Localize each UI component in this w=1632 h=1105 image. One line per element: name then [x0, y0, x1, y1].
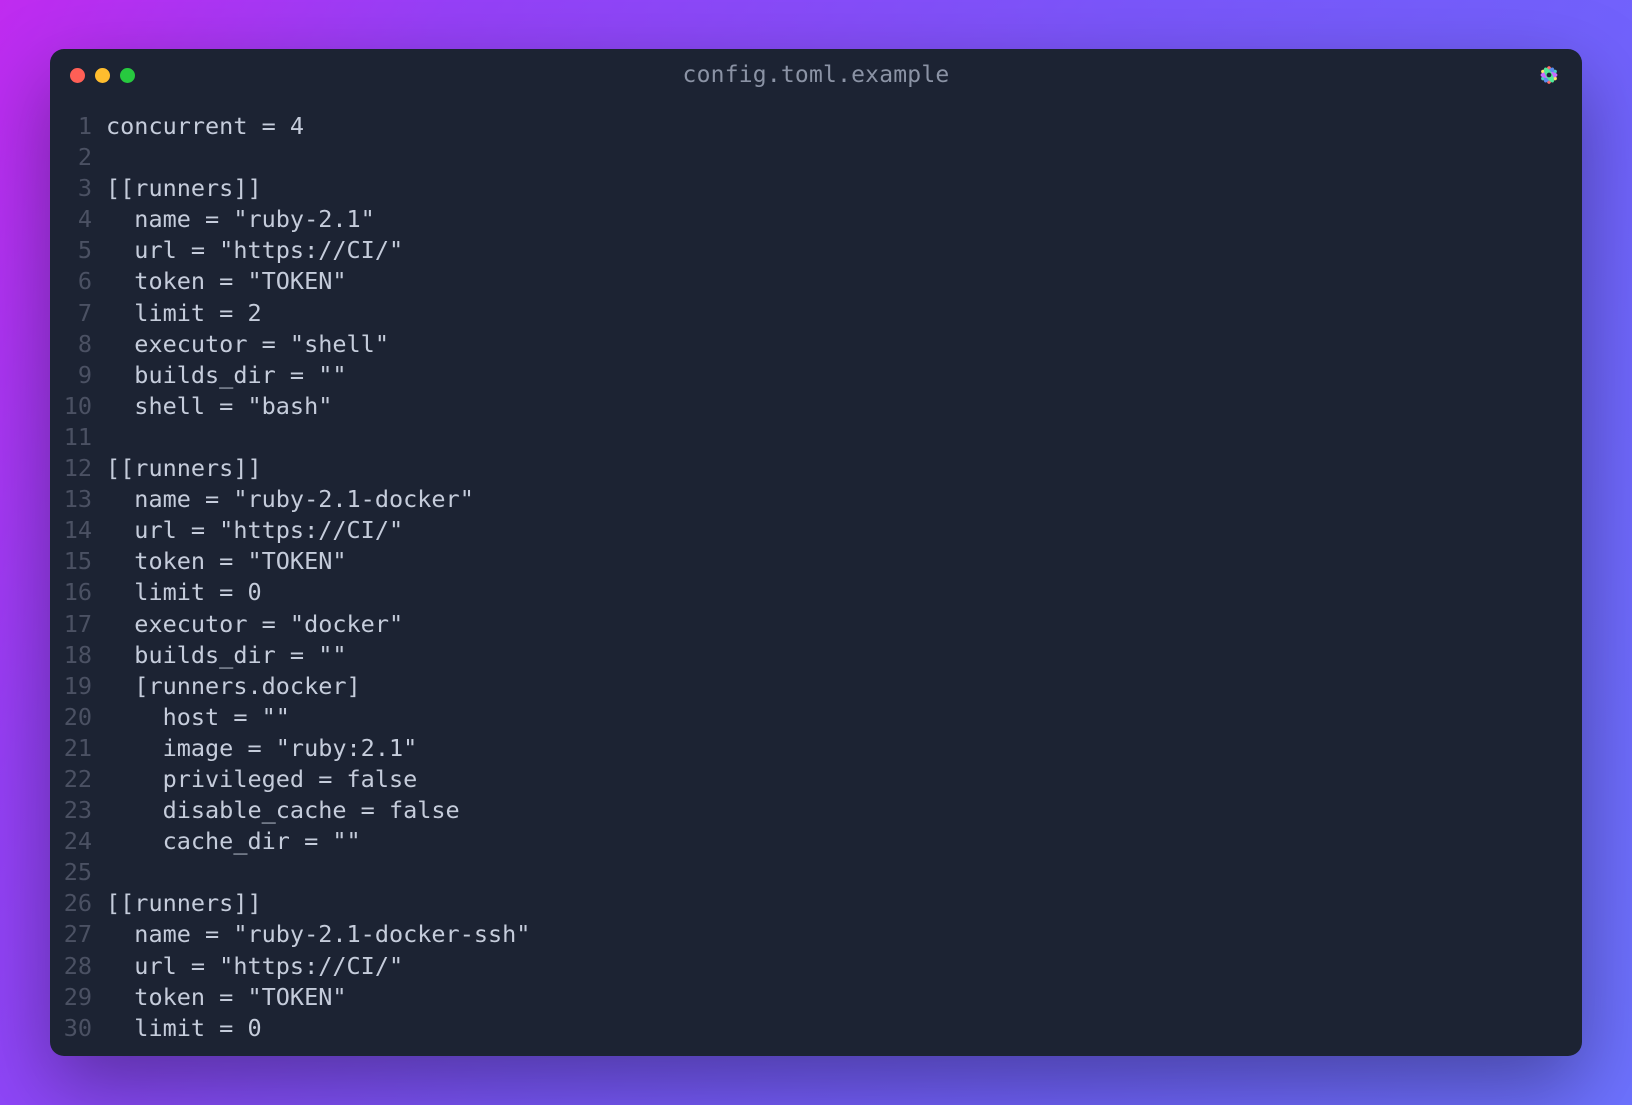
code-line[interactable]: 15 token = "TOKEN" [50, 546, 1582, 577]
code-line[interactable]: 16 limit = 0 [50, 577, 1582, 608]
code-text: name = "ruby-2.1-docker" [106, 484, 474, 515]
code-editor[interactable]: 1concurrent = 423[[runners]]4 name = "ru… [50, 101, 1582, 1056]
code-text: url = "https://CI/" [106, 951, 403, 982]
code-line[interactable]: 7 limit = 2 [50, 298, 1582, 329]
line-number: 13 [50, 484, 106, 515]
line-number: 19 [50, 671, 106, 702]
code-line[interactable]: 25 [50, 857, 1582, 888]
code-text: builds_dir = "" [106, 640, 347, 671]
line-number: 16 [50, 577, 106, 608]
line-number: 2 [50, 142, 106, 173]
code-line[interactable]: 29 token = "TOKEN" [50, 982, 1582, 1013]
window-title: config.toml.example [683, 62, 950, 88]
line-number: 9 [50, 360, 106, 391]
code-line[interactable]: 27 name = "ruby-2.1-docker-ssh" [50, 919, 1582, 950]
code-text: disable_cache = false [106, 795, 460, 826]
line-number: 14 [50, 515, 106, 546]
code-text: concurrent = 4 [106, 111, 304, 142]
code-text: executor = "shell" [106, 329, 389, 360]
line-number: 22 [50, 764, 106, 795]
code-line[interactable]: 14 url = "https://CI/" [50, 515, 1582, 546]
code-text: limit = 0 [106, 577, 262, 608]
code-line[interactable]: 24 cache_dir = "" [50, 826, 1582, 857]
code-line[interactable]: 4 name = "ruby-2.1" [50, 204, 1582, 235]
line-number: 21 [50, 733, 106, 764]
code-line[interactable]: 12[[runners]] [50, 453, 1582, 484]
code-text: url = "https://CI/" [106, 235, 403, 266]
code-text: image = "ruby:2.1" [106, 733, 417, 764]
code-line[interactable]: 11 [50, 422, 1582, 453]
line-number: 8 [50, 329, 106, 360]
code-text: token = "TOKEN" [106, 546, 347, 577]
line-number: 28 [50, 951, 106, 982]
code-text: name = "ruby-2.1-docker-ssh" [106, 919, 530, 950]
code-line[interactable]: 9 builds_dir = "" [50, 360, 1582, 391]
code-text: limit = 2 [106, 298, 262, 329]
line-number: 11 [50, 422, 106, 453]
code-line[interactable]: 26[[runners]] [50, 888, 1582, 919]
code-text: [[runners]] [106, 453, 262, 484]
line-number: 12 [50, 453, 106, 484]
line-number: 20 [50, 702, 106, 733]
window-controls [70, 68, 135, 83]
line-number: 18 [50, 640, 106, 671]
code-line[interactable]: 28 url = "https://CI/" [50, 951, 1582, 982]
code-text: builds_dir = "" [106, 360, 347, 391]
code-line[interactable]: 17 executor = "docker" [50, 609, 1582, 640]
code-line[interactable]: 10 shell = "bash" [50, 391, 1582, 422]
code-line[interactable]: 21 image = "ruby:2.1" [50, 733, 1582, 764]
code-line[interactable]: 30 limit = 0 [50, 1013, 1582, 1044]
zoom-button[interactable] [120, 68, 135, 83]
code-text: [runners.docker] [106, 671, 361, 702]
code-text: url = "https://CI/" [106, 515, 403, 546]
close-button[interactable] [70, 68, 85, 83]
code-text: [[runners]] [106, 888, 262, 919]
code-line[interactable]: 3[[runners]] [50, 173, 1582, 204]
code-line[interactable]: 18 builds_dir = "" [50, 640, 1582, 671]
line-number: 26 [50, 888, 106, 919]
line-number: 6 [50, 266, 106, 297]
line-number: 23 [50, 795, 106, 826]
code-text: shell = "bash" [106, 391, 332, 422]
code-line[interactable]: 19 [runners.docker] [50, 671, 1582, 702]
line-number: 27 [50, 919, 106, 950]
app-logo-icon [1536, 62, 1562, 88]
code-line[interactable]: 1concurrent = 4 [50, 111, 1582, 142]
line-number: 15 [50, 546, 106, 577]
titlebar: config.toml.example [50, 49, 1582, 101]
line-number: 24 [50, 826, 106, 857]
line-number: 1 [50, 111, 106, 142]
code-text: name = "ruby-2.1" [106, 204, 375, 235]
line-number: 25 [50, 857, 106, 888]
editor-window: config.toml.example 1concurrent = 423[[r… [50, 49, 1582, 1056]
line-number: 10 [50, 391, 106, 422]
code-text: token = "TOKEN" [106, 266, 347, 297]
minimize-button[interactable] [95, 68, 110, 83]
code-text: [[runners]] [106, 173, 262, 204]
code-line[interactable]: 23 disable_cache = false [50, 795, 1582, 826]
code-text: host = "" [106, 702, 290, 733]
code-text: token = "TOKEN" [106, 982, 347, 1013]
code-text: cache_dir = "" [106, 826, 361, 857]
code-text: limit = 0 [106, 1013, 262, 1044]
line-number: 4 [50, 204, 106, 235]
line-number: 17 [50, 609, 106, 640]
code-text: privileged = false [106, 764, 417, 795]
line-number: 5 [50, 235, 106, 266]
line-number: 3 [50, 173, 106, 204]
line-number: 7 [50, 298, 106, 329]
line-number: 29 [50, 982, 106, 1013]
code-line[interactable]: 2 [50, 142, 1582, 173]
code-line[interactable]: 8 executor = "shell" [50, 329, 1582, 360]
code-text: executor = "docker" [106, 609, 403, 640]
code-line[interactable]: 20 host = "" [50, 702, 1582, 733]
line-number: 30 [50, 1013, 106, 1044]
code-line[interactable]: 6 token = "TOKEN" [50, 266, 1582, 297]
code-line[interactable]: 22 privileged = false [50, 764, 1582, 795]
code-line[interactable]: 13 name = "ruby-2.1-docker" [50, 484, 1582, 515]
code-line[interactable]: 5 url = "https://CI/" [50, 235, 1582, 266]
